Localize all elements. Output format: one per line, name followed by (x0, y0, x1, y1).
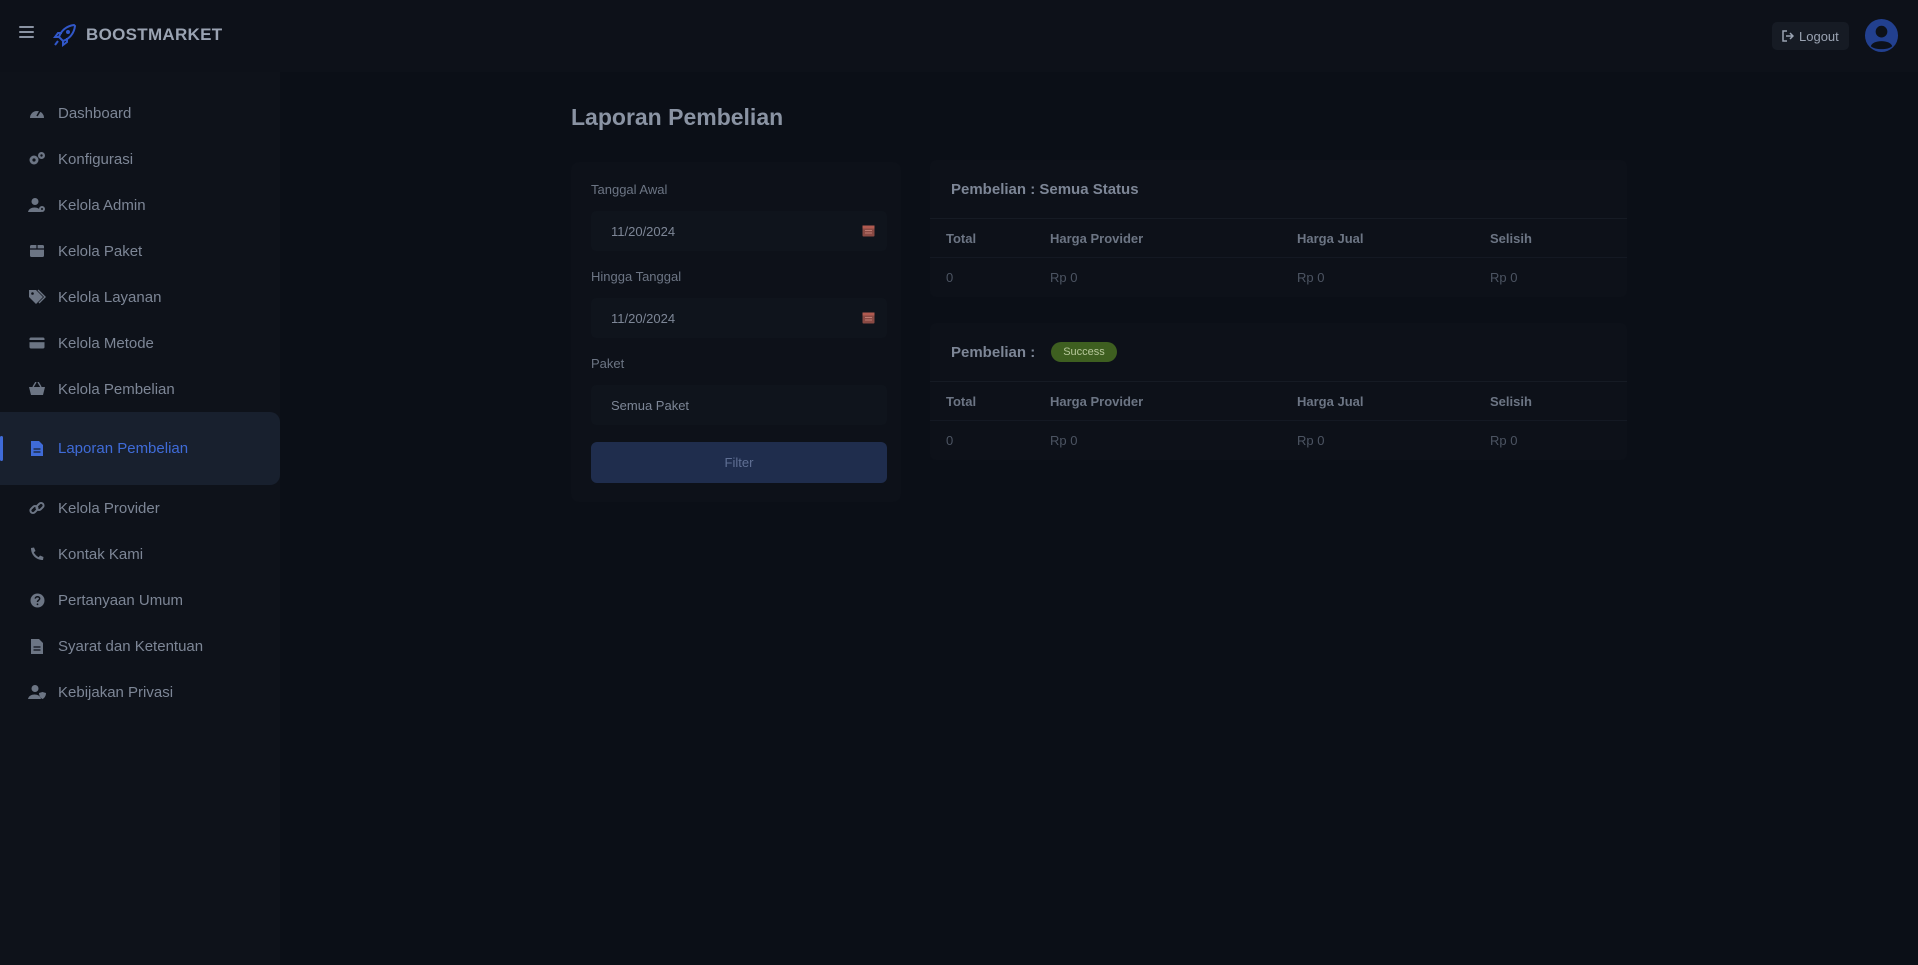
table-header-row: Total Harga Provider Harga Jual Selisih (930, 382, 1627, 421)
user-gear-icon (28, 197, 46, 213)
package-selected-value: Semua Paket (611, 397, 690, 413)
table-cell: Rp 0 (1490, 270, 1518, 285)
end-date-value: 11/20/2024 (611, 310, 676, 326)
calendar-icon[interactable] (862, 311, 875, 324)
sidebar-item-label: Syarat dan Ketentuan (58, 637, 204, 655)
document-icon (28, 638, 46, 654)
gears-icon (28, 151, 46, 167)
column-header: Harga Provider (1050, 230, 1144, 246)
sidebar-item-kelola-paket[interactable]: Kelola Paket (0, 228, 280, 274)
page-title: Laporan Pembelian (571, 104, 784, 130)
column-header: Selisih (1490, 393, 1532, 409)
sidebar-item-konfigurasi[interactable]: Konfigurasi (0, 136, 280, 182)
sidebar-item-dashboard[interactable]: Dashboard (0, 90, 280, 136)
column-header: Total (946, 393, 977, 409)
top-bar: BOOSTMARKET Logout (0, 0, 1918, 72)
table-title-text: Pembelian : Semua Status (951, 180, 1139, 198)
end-date-input[interactable]: 11/20/2024 (591, 298, 887, 338)
sidebar-item-label: Pertanyaan Umum (58, 591, 184, 609)
table-cell: Rp 0 (1297, 433, 1325, 448)
column-header: Harga Jual (1297, 393, 1364, 409)
sidebar-item-label: Kelola Admin (58, 196, 146, 214)
sidebar-item-kelola-pembelian[interactable]: Kelola Pembelian (0, 366, 280, 412)
sidebar-item-label: Kelola Pembelian (58, 380, 175, 398)
table-row: 0 Rp 0 Rp 0 Rp 0 (930, 258, 1627, 297)
sidebar-item-laporan-pembelian[interactable]: Laporan Pembelian (0, 412, 280, 485)
summary-table-success: Pembelian : Success Total Harga Provider… (930, 323, 1627, 460)
sidebar-item-kelola-metode[interactable]: Kelola Metode (0, 320, 280, 366)
start-date-input[interactable]: 11/20/2024 (591, 211, 887, 251)
rocket-logo-icon (53, 23, 77, 47)
sidebar-item-label: Kelola Layanan (58, 288, 162, 306)
table-cell: Rp 0 (1490, 433, 1518, 448)
sidebar-item-kelola-layanan[interactable]: Kelola Layanan (0, 274, 280, 320)
brand-logo[interactable]: BOOSTMARKET (52, 22, 222, 48)
link-icon (28, 500, 46, 516)
sidebar-item-label: Kontak Kami (58, 545, 144, 563)
credit-card-icon (28, 335, 46, 351)
end-date-label: Hingga Tanggal (591, 269, 682, 284)
sidebar-item-label: Kelola Paket (58, 242, 143, 260)
file-icon (28, 441, 46, 457)
package-label: Paket (591, 356, 625, 371)
table-cell: 0 (946, 433, 954, 448)
table-header-row: Total Harga Provider Harga Jual Selisih (930, 219, 1627, 258)
sidebar-item-label: Kelola Provider (58, 499, 160, 517)
filter-button[interactable]: Filter (591, 442, 887, 483)
table-title: Pembelian : Semua Status (930, 160, 1627, 219)
sidebar-item-kelola-provider[interactable]: Kelola Provider (0, 485, 280, 531)
sidebar: Dashboard Konfigurasi Kelola Admin Kelol… (0, 72, 280, 965)
logout-label: Logout (1799, 28, 1839, 44)
user-avatar-icon[interactable] (1864, 18, 1899, 53)
table-cell: Rp 0 (1050, 270, 1078, 285)
column-header: Total (946, 230, 977, 246)
table-row: 0 Rp 0 Rp 0 Rp 0 (930, 421, 1627, 460)
sidebar-menu: Dashboard Konfigurasi Kelola Admin Kelol… (0, 72, 280, 715)
sidebar-item-pertanyaan-umum[interactable]: Pertanyaan Umum (0, 577, 280, 623)
logout-button[interactable]: Logout (1772, 22, 1849, 50)
box-icon (28, 243, 46, 259)
sidebar-item-label: Dashboard (58, 104, 132, 122)
sidebar-item-syarat-dan-ketentuan[interactable]: Syarat dan Ketentuan (0, 623, 280, 669)
column-header: Selisih (1490, 230, 1532, 246)
table-cell: 0 (946, 270, 954, 285)
start-date-value: 11/20/2024 (611, 223, 676, 239)
brand-name: BOOSTMARKET (86, 25, 223, 44)
package-select[interactable]: Semua Paket (591, 385, 887, 425)
column-header: Harga Jual (1297, 230, 1364, 246)
dashboard-icon (28, 105, 46, 121)
basket-icon (28, 381, 46, 397)
sidebar-item-label: Laporan Pembelian (58, 440, 189, 457)
tags-icon (28, 289, 46, 305)
sidebar-item-kelola-admin[interactable]: Kelola Admin (0, 182, 280, 228)
status-badge: Success (1051, 342, 1117, 362)
menu-toggle-icon[interactable] (19, 26, 34, 38)
column-header: Harga Provider (1050, 393, 1144, 409)
question-icon (28, 592, 46, 608)
table-cell: Rp 0 (1050, 433, 1078, 448)
table-cell: Rp 0 (1297, 270, 1325, 285)
calendar-icon[interactable] (862, 224, 875, 237)
start-date-label: Tanggal Awal (591, 182, 668, 197)
table-title-text: Pembelian : (951, 343, 1036, 361)
sidebar-item-kebijakan-privasi[interactable]: Kebijakan Privasi (0, 669, 280, 715)
logout-icon (1782, 30, 1794, 42)
sidebar-item-label: Kebijakan Privasi (58, 683, 174, 701)
sidebar-item-label: Kelola Metode (58, 334, 154, 352)
user-shield-icon (28, 684, 46, 700)
table-title: Pembelian : Success (930, 323, 1627, 382)
summary-table-all-status: Pembelian : Semua Status Total Harga Pro… (930, 160, 1627, 297)
filter-card: Tanggal Awal 11/20/2024 Hingga Tanggal 1… (571, 162, 901, 502)
sidebar-item-label: Konfigurasi (58, 150, 134, 168)
phone-icon (28, 546, 46, 562)
sidebar-item-kontak-kami[interactable]: Kontak Kami (0, 531, 280, 577)
